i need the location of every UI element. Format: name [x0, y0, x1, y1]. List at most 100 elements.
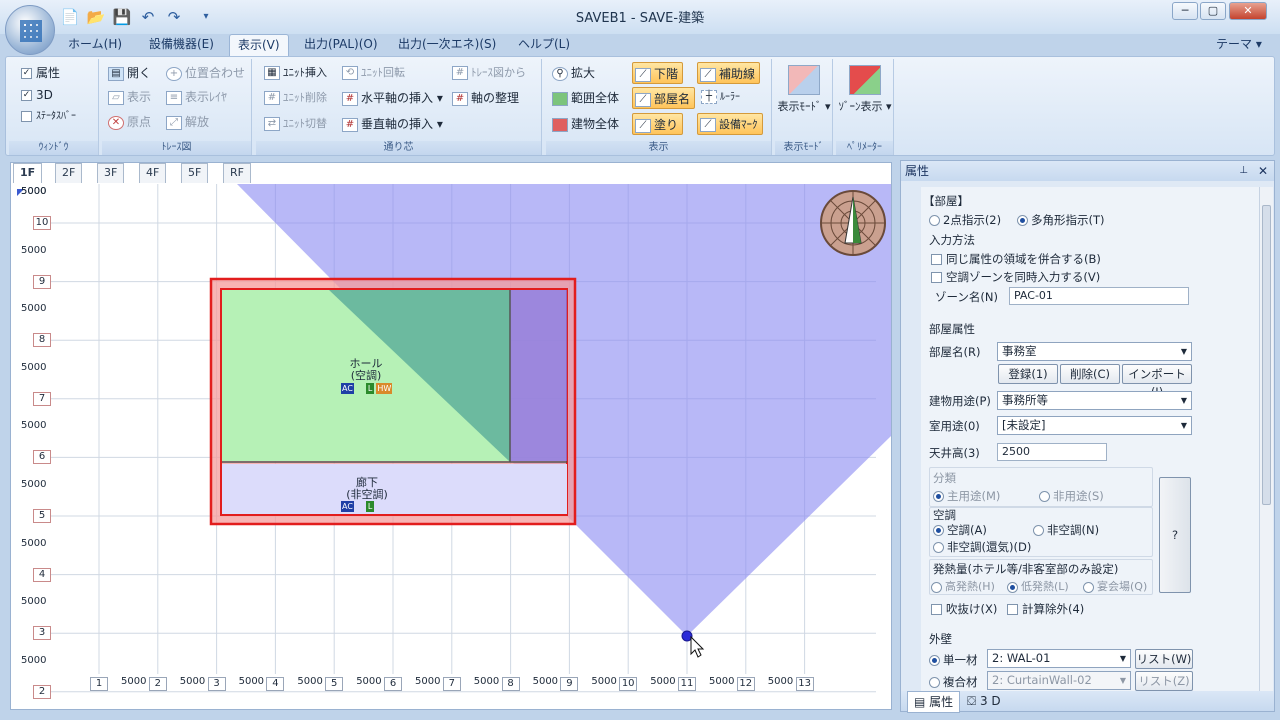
room-hall-east [510, 290, 567, 461]
ac-on-radio[interactable]: 空調(A) [933, 522, 987, 538]
from-trace-button[interactable]: # ﾄﾚｰｽ図から [452, 62, 526, 84]
h-axis-insert-button[interactable]: # 水平軸の挿入 ▾ [342, 87, 443, 109]
radio-selected-icon [1017, 215, 1028, 226]
trace-release-button[interactable]: ⤢ 解放 [166, 111, 209, 133]
room-use-label: 室用途(0) [929, 419, 980, 433]
row-axis-label: 5 [33, 509, 51, 523]
composite-material-select[interactable]: 2: CurtainWall-02 [987, 671, 1131, 690]
lower-floor-toggle[interactable]: ⟋ 下階 [632, 62, 684, 84]
plan-drawing[interactable] [11, 184, 891, 709]
ac-off-radio[interactable]: 非空調(N) [1033, 522, 1099, 538]
statusbar-toggle[interactable]: ｽﾃｰﾀｽﾊﾞｰ [21, 106, 76, 128]
unit-delete-button[interactable]: # ﾕﾆｯﾄ削除 [264, 87, 327, 109]
trace-show-button[interactable]: ▱ 表示 [108, 86, 151, 108]
room-use-select[interactable]: [未設定] [997, 416, 1192, 435]
maximize-button[interactable]: ▢ [1200, 2, 1226, 20]
tab-output-pal[interactable]: 出力(PAL)(O) [296, 34, 386, 56]
range-all-icon [552, 91, 568, 106]
floor-tab-3f[interactable]: 3F [97, 163, 125, 183]
help-button[interactable]: ? [1159, 477, 1191, 593]
floor-tab-1f[interactable]: 1F [13, 163, 43, 183]
zone-display-button[interactable]: ｿﾞｰﾝ表示 ▾ [838, 65, 892, 114]
banquet-radio[interactable]: 宴会場(Q) [1083, 578, 1147, 594]
tab-output-energy[interactable]: 出力(一次エネ)(S) [390, 34, 504, 56]
row-axis-label: 8 [33, 333, 51, 348]
undo-icon[interactable]: ↶ [138, 8, 158, 26]
attr-toggle[interactable]: ✓ 属性 [21, 62, 60, 84]
pin-icon[interactable]: ⊥ [1239, 161, 1248, 181]
building-use-select[interactable]: 事務所等 [997, 391, 1192, 410]
trace-open-button[interactable]: ▤ 開く [108, 62, 151, 84]
ceiling-height-input[interactable]: 2500 [997, 443, 1107, 461]
non-use-radio[interactable]: 非用途(S) [1039, 488, 1104, 504]
floor-tab-2f[interactable]: 2F [55, 163, 83, 183]
panel-scrollbar[interactable] [1259, 187, 1273, 692]
exclude-checkbox[interactable]: 計算除外(4) [1007, 601, 1084, 617]
close-icon[interactable]: ✕ [1258, 161, 1268, 181]
delete-button[interactable]: 削除(C) [1060, 364, 1120, 384]
single-material-select[interactable]: 2: WAL-01 [987, 649, 1131, 668]
redo-icon[interactable]: ↷ [164, 8, 184, 26]
axis-arrange-button[interactable]: # 軸の整理 [452, 87, 519, 109]
application-menu-button[interactable] [5, 5, 55, 55]
wall-list-button[interactable]: リスト(W) [1135, 649, 1193, 669]
two-point-radio[interactable]: 2点指示(2) [929, 212, 1001, 228]
equip-mark-toggle[interactable]: ⟋ 設備ﾏｰｸ [697, 113, 763, 135]
polygon-radio[interactable]: 多角形指示(T) [1017, 212, 1105, 228]
merge-checkbox[interactable]: 同じ属性の領域を併合する(B) [931, 251, 1101, 267]
footer-tab-attributes[interactable]: ▤ 属性 [907, 691, 961, 713]
save-icon[interactable]: 💾 [112, 8, 132, 26]
floor-tab-5f[interactable]: 5F [181, 163, 209, 183]
paint-toggle[interactable]: ⟋ 塗り [632, 113, 684, 135]
void-checkbox[interactable]: 吹抜け(X) [931, 601, 997, 617]
unchecked-icon [931, 272, 942, 283]
register-button[interactable]: 登録(1) [998, 364, 1058, 384]
minimize-button[interactable]: ─ [1172, 2, 1198, 20]
composite-material-radio[interactable]: 複合材 [929, 674, 978, 690]
3d-toggle[interactable]: ✓ 3D [21, 84, 53, 106]
display-mode-button[interactable]: 表示ﾓｰﾄﾞ ▾ [777, 65, 831, 114]
tab-help[interactable]: ヘルプ(L) [510, 34, 578, 56]
zone-checkbox[interactable]: 空調ゾーンを同時入力する(V) [931, 269, 1100, 285]
open-folder-icon[interactable]: 📂 [86, 8, 106, 26]
new-file-icon[interactable]: 📄 [60, 8, 80, 26]
theme-menu[interactable]: テーマ ▾ [1208, 34, 1270, 56]
trace-layer-button[interactable]: ≡ 表示ﾚｲﾔ [166, 86, 227, 108]
zoom-button[interactable]: ⚲ 拡大 [552, 62, 595, 84]
compass-rose[interactable] [820, 190, 886, 256]
main-use-radio[interactable]: 主用途(M) [933, 488, 1000, 504]
import-button[interactable]: インポート(I) [1122, 364, 1192, 399]
unit-rotate-button[interactable]: ⟲ ﾕﾆｯﾄ回転 [342, 62, 405, 84]
room-name-select[interactable]: 事務室 [997, 342, 1192, 361]
low-heat-radio[interactable]: 低発熱(L) [1007, 578, 1069, 594]
floor-tab-rf[interactable]: RF [223, 163, 251, 183]
customize-quick-access-icon[interactable]: ▾ [196, 8, 216, 26]
tab-view[interactable]: 表示(V) [229, 34, 289, 56]
unit-insert-button[interactable]: ▦ ﾕﾆｯﾄ挿入 [264, 62, 327, 84]
footer-tab-3d[interactable]: ⛋ 3 D [961, 691, 1007, 711]
high-heat-radio[interactable]: 高発熱(H) [931, 578, 995, 594]
trace-origin-button[interactable]: ✕ 原点 [108, 111, 151, 133]
column-span-label: 5000 [473, 676, 500, 687]
trace-align-button[interactable]: + 位置合わせ [166, 62, 245, 84]
floor-tab-4f[interactable]: 4F [139, 163, 167, 183]
unit-switch-button[interactable]: ⇄ ﾕﾆｯﾄ切替 [264, 113, 327, 135]
single-material-radio[interactable]: 単一材 [929, 652, 978, 668]
tab-equipment[interactable]: 設備機器(E) [141, 34, 222, 56]
building-all-button[interactable]: 建物全体 [552, 113, 619, 135]
v-axis-insert-button[interactable]: # 垂直軸の挿入 ▾ [342, 113, 443, 135]
ac-vent-radio[interactable]: 非空調(還気)(D) [933, 539, 1031, 555]
room-name-toggle[interactable]: ⟋ 部屋名 [632, 87, 696, 109]
aux-line-toggle[interactable]: ⟋ 補助線 [697, 62, 761, 84]
wall-list2-button[interactable]: リスト(Z) [1135, 671, 1193, 691]
zone-name-input[interactable]: PAC-01 [1009, 287, 1189, 305]
ruler-toggle[interactable]: ┼ ﾙｰﾗｰ [701, 87, 740, 109]
close-button[interactable]: ✕ [1229, 2, 1267, 20]
display-mode-group-label: 表示ﾓｰﾄﾞ [775, 141, 832, 155]
range-all-button[interactable]: 範囲全体 [552, 87, 619, 109]
perimeter-group: ｿﾞｰﾝ表示 ▾ ﾍﾟﾘﾒｰﾀｰ [836, 59, 894, 155]
tab-home[interactable]: ホーム(H) [60, 34, 130, 56]
plan-canvas[interactable]: ホール (空調) AC L HW 廊下 (非空調) AC L 10 5000 9 50… [11, 184, 891, 709]
row-span-label: 5000 [21, 361, 47, 373]
scrollbar-thumb[interactable] [1262, 205, 1271, 505]
